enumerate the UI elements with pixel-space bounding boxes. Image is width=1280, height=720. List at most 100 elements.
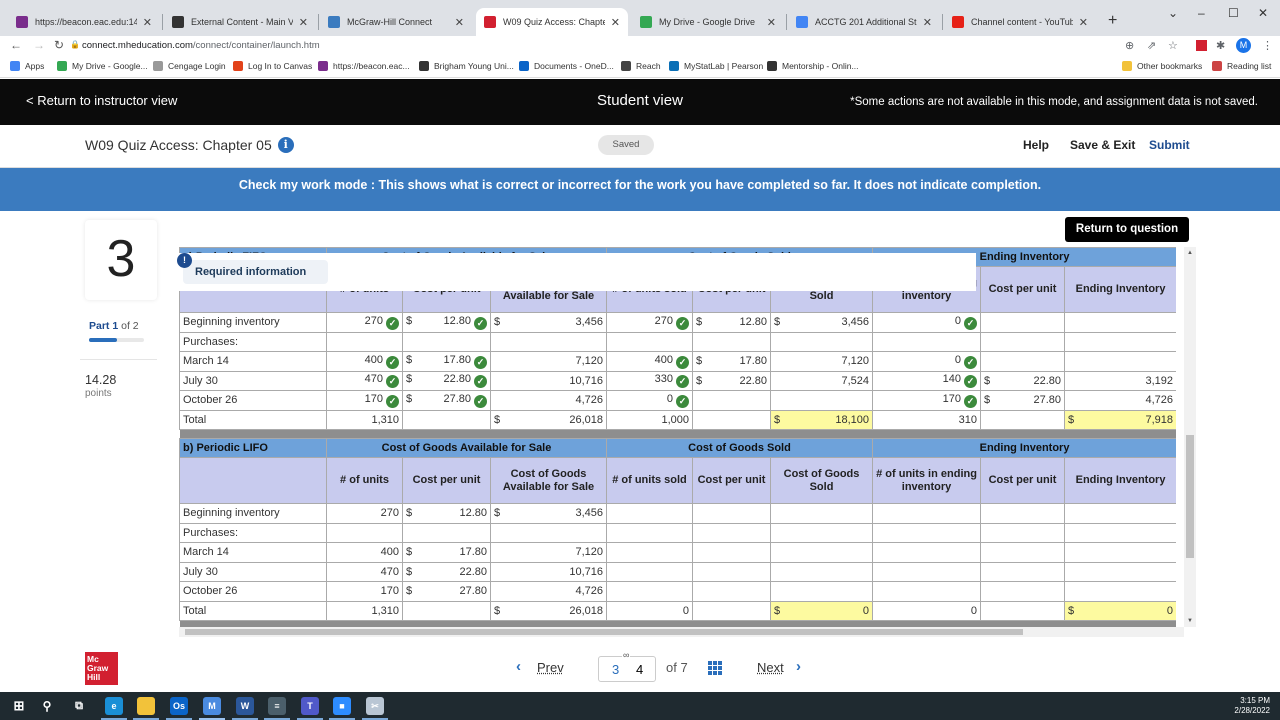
table-cell[interactable] [1064,542,1176,563]
table-cell[interactable] [1064,312,1176,333]
table-cell[interactable] [980,522,1066,543]
table-cell[interactable]: $0 [1064,600,1176,621]
table-cell[interactable] [872,542,982,563]
help-button[interactable]: Help [1023,138,1049,152]
table-cell[interactable] [606,331,693,352]
table-cell[interactable] [769,390,874,411]
bookmark-item[interactable]: MyStatLab | Pearson [669,61,763,71]
zoom-icon[interactable]: ⊕ [1125,39,1134,52]
grid-view-icon[interactable] [708,661,722,675]
table-cell[interactable] [769,522,874,543]
table-cell[interactable] [980,351,1066,372]
table-cell[interactable]: $22.80 [980,370,1066,391]
inventory-table-viewport[interactable]: a) Periodic FIFOCost of Goods Available … [179,247,1176,627]
table-cell[interactable]: 1,310 [326,409,403,430]
table-cell[interactable] [692,522,771,543]
file-explorer-icon[interactable] [137,697,155,715]
table-cell[interactable]: 0 ✓ [606,390,693,411]
back-icon[interactable]: ← [10,38,22,52]
tab-close-icon[interactable]: ✕ [299,16,308,29]
bookmark-item[interactable]: My Drive - Google... [57,61,148,71]
table-cell[interactable]: 10,716 [490,561,607,582]
table-cell[interactable]: 170 ✓ [872,390,982,411]
table-cell[interactable] [692,409,771,430]
save-exit-button[interactable]: Save & Exit [1070,138,1135,152]
table-cell[interactable] [490,331,607,352]
browser-tab[interactable]: External Content - Main View | C ✕ [164,8,316,36]
table-cell[interactable] [606,542,693,563]
table-cell[interactable] [769,542,874,563]
table-cell[interactable]: 400 [326,542,403,563]
table-cell[interactable]: 1,000 [606,409,693,430]
table-cell[interactable] [692,561,771,582]
minimize-button[interactable]: – [1198,6,1205,20]
next-chevron-icon[interactable]: › [796,658,801,675]
snipping-icon[interactable]: ✂ [366,697,384,715]
table-cell[interactable] [402,409,491,430]
tab-close-icon[interactable]: ✕ [923,16,932,29]
scroll-up-arrow[interactable]: ▲ [1187,250,1193,256]
table-cell[interactable]: $18,100 [769,409,874,430]
table-cell[interactable] [769,503,874,524]
table-cell[interactable]: 7,120 [490,351,607,372]
tab-close-icon[interactable]: ✕ [611,16,620,29]
table-cell[interactable] [769,581,874,602]
table-cell[interactable] [769,561,874,582]
horizontal-scrollbar[interactable] [179,627,1184,637]
table-cell[interactable] [980,409,1066,430]
table-cell[interactable]: 10,716 [490,370,607,391]
table-cell[interactable] [402,522,491,543]
table-cell[interactable] [980,581,1066,602]
browser-tab[interactable]: My Drive - Google Drive ✕ [632,8,784,36]
table-cell[interactable]: $12.80 ✓ [402,312,491,333]
table-cell[interactable]: 270 [326,503,403,524]
table-cell[interactable]: $0 [769,600,874,621]
tab-search-icon[interactable]: ⌄ [1168,6,1178,20]
table-cell[interactable]: 270 ✓ [606,312,693,333]
table-cell[interactable] [490,522,607,543]
table-cell[interactable]: 3,192 [1064,370,1176,391]
required-information-button[interactable]: ! Required information [177,253,328,284]
table-cell[interactable] [326,522,403,543]
new-tab-button[interactable]: + [1108,12,1117,30]
table-cell[interactable] [1064,522,1176,543]
other-bookmarks[interactable]: Other bookmarks [1122,61,1202,71]
table-cell[interactable] [1064,331,1176,352]
scroll-down-arrow[interactable]: ▼ [1187,618,1193,624]
url-input[interactable]: connect.mheducation.com/connect/containe… [82,40,320,51]
table-cell[interactable] [980,542,1066,563]
share-icon[interactable]: ⇗ [1147,39,1156,52]
table-cell[interactable]: $3,456 [490,503,607,524]
word-icon[interactable]: W [236,697,254,715]
table-cell[interactable] [692,600,771,621]
table-cell[interactable]: $27.80 [980,390,1066,411]
table-cell[interactable]: 270 ✓ [326,312,403,333]
reload-icon[interactable]: ↻ [54,38,64,52]
horizontal-scroll-thumb[interactable] [185,629,1023,635]
bookmark-star-icon[interactable]: ☆ [1168,39,1178,52]
table-cell[interactable] [872,581,982,602]
table-cell[interactable] [1064,503,1176,524]
task-view-icon[interactable]: ⧉ [70,697,88,715]
table-cell[interactable] [980,503,1066,524]
prev-button[interactable]: Prev [537,660,564,675]
table-cell[interactable]: 170 [326,581,403,602]
bookmark-item[interactable]: https://beacon.eac... [318,61,410,71]
browser-tab[interactable]: ACCTG 201 Additional Study Co ✕ [788,8,940,36]
table-cell[interactable]: $17.80 ✓ [402,351,491,372]
bookmark-item[interactable]: Apps [10,61,44,71]
table-cell[interactable] [1064,561,1176,582]
table-cell[interactable] [872,522,982,543]
table-cell[interactable]: 330 ✓ [606,370,693,391]
bookmark-item[interactable]: Log In to Canvas [233,61,312,71]
tab-close-icon[interactable]: ✕ [143,16,152,29]
table-cell[interactable] [980,331,1066,352]
zoom-icon[interactable]: ■ [333,697,351,715]
table-cell[interactable] [980,312,1066,333]
browser-tab[interactable]: https://beacon.eac.edu:1443 ✕ [8,8,160,36]
table-cell[interactable]: $12.80 [402,503,491,524]
table-cell[interactable]: $3,456 [490,312,607,333]
table-cell[interactable]: 140 ✓ [872,370,982,391]
table-cell[interactable]: 4,726 [490,390,607,411]
browser-tab[interactable]: Channel content - YouTube Stu ✕ [944,8,1096,36]
